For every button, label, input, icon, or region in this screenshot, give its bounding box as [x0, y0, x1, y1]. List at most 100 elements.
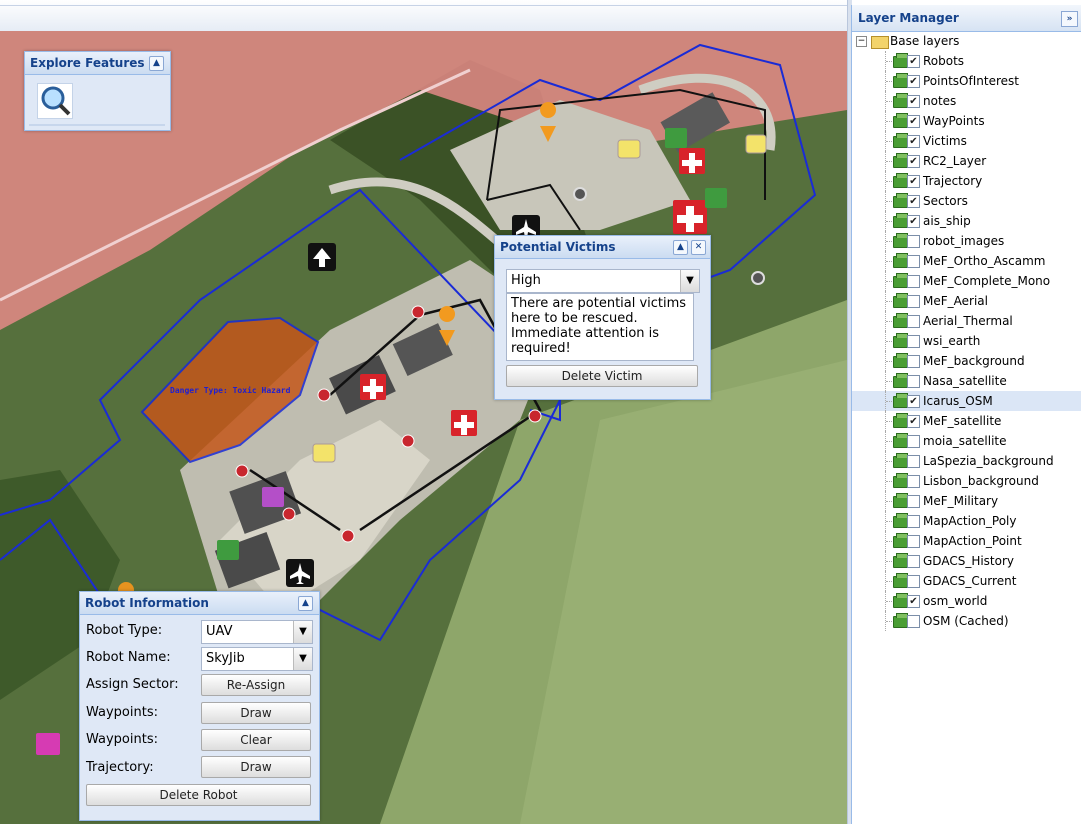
layer-checkbox[interactable] — [907, 535, 920, 548]
layer-row[interactable]: Nasa_satellite — [852, 371, 1081, 391]
layer-checkbox[interactable] — [907, 575, 920, 588]
layer-row[interactable]: ✔ PointsOfInterest — [852, 71, 1081, 91]
layer-row[interactable]: MeF_Aerial — [852, 291, 1081, 311]
robot-type-select[interactable]: UAV ▼ — [201, 620, 313, 644]
poi-marker[interactable] — [665, 128, 687, 148]
delete-robot-button[interactable]: Delete Robot — [86, 784, 311, 806]
layer-label: Aerial_Thermal — [923, 314, 1013, 328]
layer-row[interactable]: ✔ RC2_Layer — [852, 151, 1081, 171]
layer-checkbox[interactable]: ✔ — [907, 75, 920, 88]
reassign-button[interactable]: Re-Assign — [201, 674, 311, 696]
chevron-up-icon[interactable]: ▲ — [673, 240, 688, 255]
chevron-down-icon[interactable]: ▼ — [680, 270, 699, 292]
layer-checkbox[interactable] — [907, 375, 920, 388]
layer-checkbox[interactable] — [907, 455, 920, 468]
victim-description[interactable]: There are potential victims here to be r… — [506, 293, 694, 361]
layer-checkbox[interactable] — [907, 615, 920, 628]
layer-row[interactable]: MeF_background — [852, 351, 1081, 371]
victim-marker[interactable] — [679, 148, 705, 174]
layer-checkbox[interactable]: ✔ — [907, 415, 920, 428]
layer-checkbox[interactable] — [907, 315, 920, 328]
layer-checkbox[interactable] — [907, 475, 920, 488]
delete-victim-button[interactable]: Delete Victim — [506, 365, 698, 387]
layer-label: Robots — [923, 54, 965, 68]
layer-checkbox[interactable] — [907, 235, 920, 248]
note-marker[interactable] — [745, 134, 767, 154]
robot-name-select[interactable]: SkyJib ▼ — [201, 647, 313, 671]
poi-marker[interactable] — [217, 540, 239, 560]
layer-row[interactable]: Lisbon_background — [852, 471, 1081, 491]
priority-value: High — [511, 273, 541, 288]
layer-checkbox[interactable]: ✔ — [907, 135, 920, 148]
layer-checkbox[interactable] — [907, 555, 920, 568]
layer-row[interactable]: Aerial_Thermal — [852, 311, 1081, 331]
layer-row[interactable]: ✔ Sectors — [852, 191, 1081, 211]
layer-label: GDACS_Current — [923, 574, 1017, 588]
poi-marker[interactable] — [262, 487, 284, 507]
layer-row[interactable]: ✔ notes — [852, 91, 1081, 111]
collapse-right-icon[interactable]: » — [1061, 11, 1078, 27]
layer-row[interactable]: GDACS_Current — [852, 571, 1081, 591]
layer-row[interactable]: MapAction_Poly — [852, 511, 1081, 531]
priority-select[interactable]: High ▼ — [506, 269, 700, 293]
layer-row[interactable]: ✔ Icarus_OSM — [852, 391, 1081, 411]
layer-row[interactable]: ✔ osm_world — [852, 591, 1081, 611]
collapse-node-icon[interactable]: − — [856, 36, 867, 47]
robot-information-title: Robot Information — [80, 592, 319, 615]
layer-checkbox[interactable]: ✔ — [907, 95, 920, 108]
layer-row[interactable]: ✔ WayPoints — [852, 111, 1081, 131]
layer-row[interactable]: ✔ ais_ship — [852, 211, 1081, 231]
layer-label: MeF_background — [923, 354, 1025, 368]
layer-label: OSM (Cached) — [923, 614, 1009, 628]
layer-row[interactable]: LaSpezia_background — [852, 451, 1081, 471]
chevron-up-icon[interactable]: ▲ — [298, 596, 313, 611]
layer-checkbox[interactable] — [907, 495, 920, 508]
chevron-up-icon[interactable]: ▲ — [149, 56, 164, 71]
layer-row[interactable]: MeF_Military — [852, 491, 1081, 511]
layer-row[interactable]: ✔ Robots — [852, 51, 1081, 71]
layer-checkbox[interactable] — [907, 435, 920, 448]
layer-checkbox[interactable]: ✔ — [907, 215, 920, 228]
layer-row[interactable]: MapAction_Point — [852, 531, 1081, 551]
layer-checkbox[interactable]: ✔ — [907, 195, 920, 208]
note-marker[interactable] — [312, 443, 336, 463]
layer-checkbox[interactable] — [907, 295, 920, 308]
layer-row[interactable]: OSM (Cached) — [852, 611, 1081, 631]
layer-checkbox[interactable] — [907, 515, 920, 528]
magnifier-icon[interactable] — [37, 83, 73, 119]
layer-checkbox[interactable]: ✔ — [907, 155, 920, 168]
layer-row[interactable]: ✔ Victims — [852, 131, 1081, 151]
layer-row[interactable]: GDACS_History — [852, 551, 1081, 571]
layer-row[interactable]: MeF_Complete_Mono — [852, 271, 1081, 291]
victim-marker-selected[interactable] — [673, 200, 707, 234]
layer-row[interactable]: ✔ MeF_satellite — [852, 411, 1081, 431]
victim-marker[interactable] — [451, 410, 477, 436]
layer-row[interactable]: wsi_earth — [852, 331, 1081, 351]
layer-checkbox[interactable] — [907, 255, 920, 268]
layer-checkbox[interactable] — [907, 335, 920, 348]
draw-waypoints-button[interactable]: Draw — [201, 702, 311, 724]
chevron-down-icon[interactable]: ▼ — [293, 621, 312, 643]
layer-checkbox[interactable]: ✔ — [907, 595, 920, 608]
layer-row[interactable]: robot_images — [852, 231, 1081, 251]
layer-checkbox[interactable]: ✔ — [907, 115, 920, 128]
close-icon[interactable]: ✕ — [691, 240, 706, 255]
layer-checkbox[interactable]: ✔ — [907, 55, 920, 68]
victim-marker[interactable] — [360, 374, 386, 400]
poi-marker[interactable] — [705, 188, 727, 208]
draw-trajectory-button[interactable]: Draw — [201, 756, 311, 778]
clear-waypoints-button[interactable]: Clear — [201, 729, 311, 751]
layer-label: GDACS_History — [923, 554, 1015, 568]
layer-checkbox[interactable]: ✔ — [907, 395, 920, 408]
layer-row[interactable]: ✔ Trajectory — [852, 171, 1081, 191]
layer-label: ais_ship — [923, 214, 971, 228]
note-marker[interactable] — [617, 139, 641, 159]
layer-checkbox[interactable]: ✔ — [907, 175, 920, 188]
layer-checkbox[interactable] — [907, 275, 920, 288]
layer-checkbox[interactable] — [907, 355, 920, 368]
layer-label: Victims — [923, 134, 967, 148]
layer-row[interactable]: moia_satellite — [852, 431, 1081, 451]
layer-row[interactable]: MeF_Ortho_Ascamm — [852, 251, 1081, 271]
chevron-down-icon[interactable]: ▼ — [293, 648, 312, 670]
poi-marker[interactable] — [36, 733, 60, 755]
